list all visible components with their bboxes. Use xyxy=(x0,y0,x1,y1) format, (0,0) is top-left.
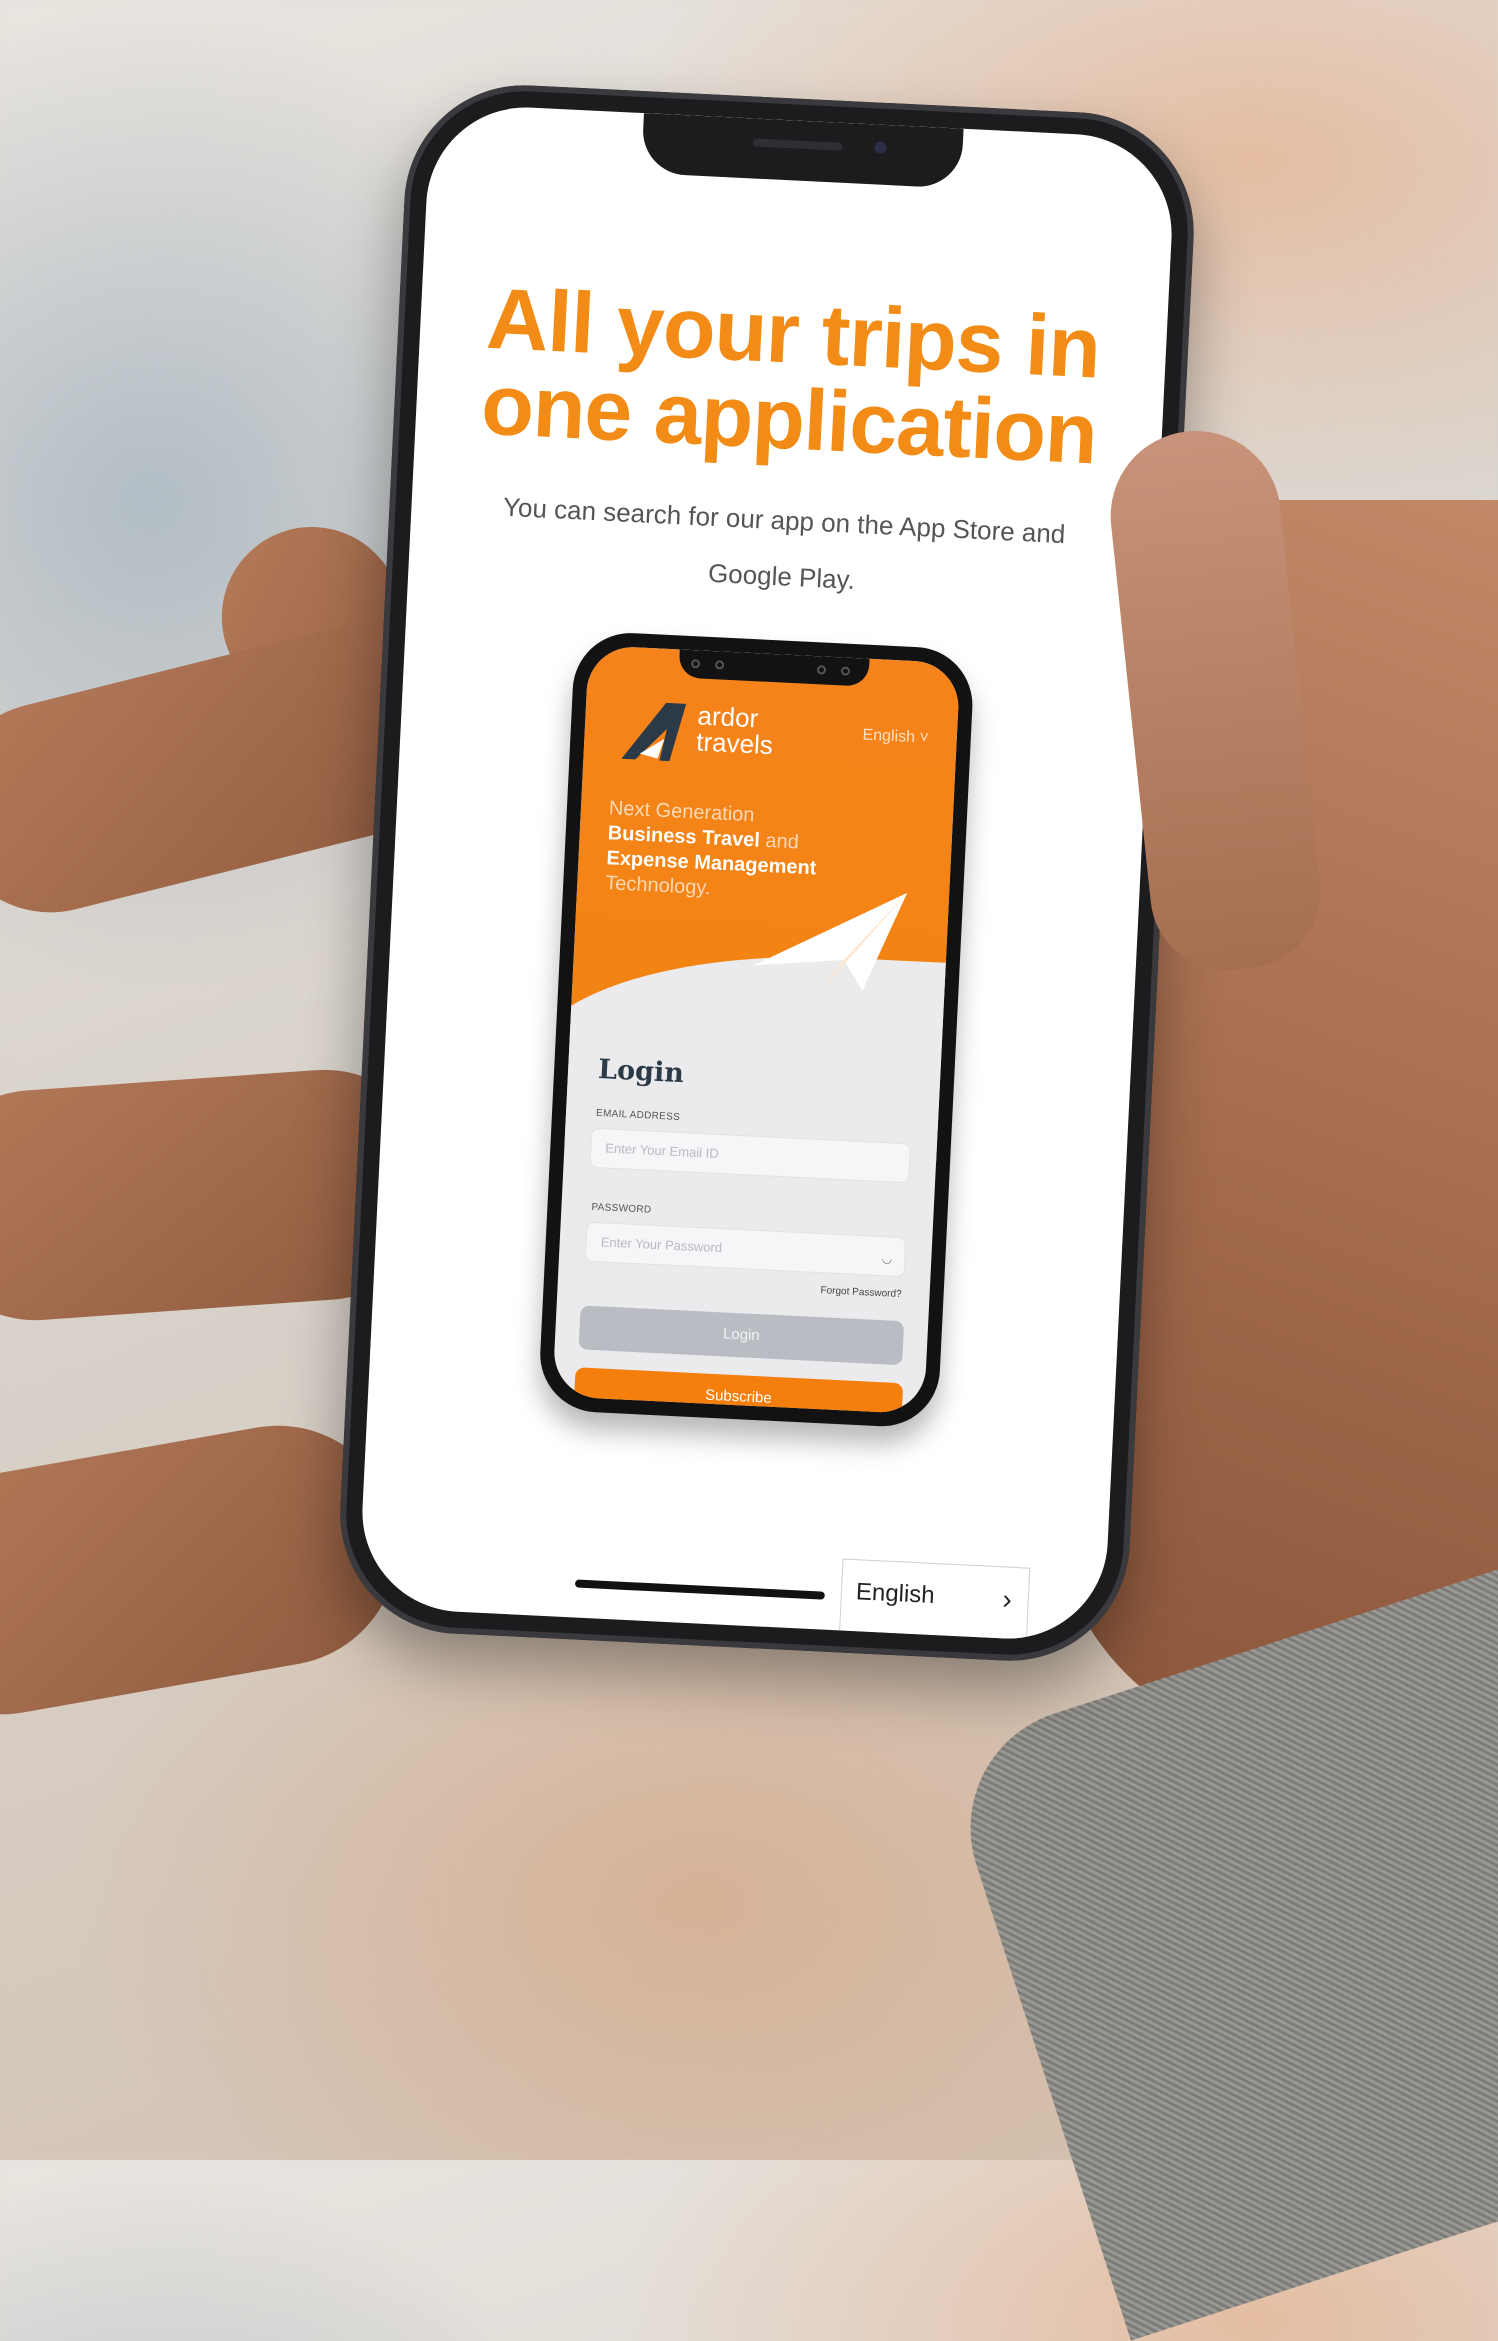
sweater-sleeve xyxy=(939,1559,1498,2341)
brand-name: ardor travels xyxy=(695,700,774,761)
app-preview-screen: ardor travels English ˅ Next Generation … xyxy=(552,645,961,1415)
page-headline: All your trips in one application xyxy=(454,271,1128,483)
forgot-password-link[interactable]: Forgot Password? xyxy=(820,1285,902,1300)
language-selector[interactable]: English › xyxy=(839,1558,1031,1640)
front-camera xyxy=(874,141,887,154)
login-button[interactable]: Login xyxy=(578,1305,905,1366)
password-label: PASSWORD xyxy=(591,1201,652,1216)
app-language-dropdown[interactable]: English ˅ xyxy=(862,727,929,748)
phone-device: All your trips in one application You ca… xyxy=(334,79,1200,1667)
paper-plane-icon xyxy=(753,892,908,991)
login-heading: Login xyxy=(597,1054,685,1090)
eye-icon[interactable]: ◡ xyxy=(882,1251,893,1265)
chevron-right-icon: › xyxy=(1001,1583,1013,1615)
language-label: English xyxy=(855,1578,936,1610)
photo-scene: All your trips in one application You ca… xyxy=(0,0,1498,2341)
phone-notch xyxy=(641,113,964,189)
ardor-logo-icon xyxy=(621,702,687,762)
page-subtext: You can search for our app on the App St… xyxy=(497,479,1068,619)
speaker-grille xyxy=(752,138,843,151)
subscribe-button[interactable]: Subscribe xyxy=(573,1367,904,1415)
subtext-line-2: Google Play. xyxy=(707,557,856,595)
phone-screen: All your trips in one application You ca… xyxy=(357,102,1177,1644)
home-indicator xyxy=(574,1579,825,1600)
app-preview-image: ardor travels English ˅ Next Generation … xyxy=(537,630,976,1429)
subtext-line-1: You can search for our app on the App St… xyxy=(502,491,1067,550)
password-field[interactable]: Enter Your Password ◡ xyxy=(584,1221,907,1278)
